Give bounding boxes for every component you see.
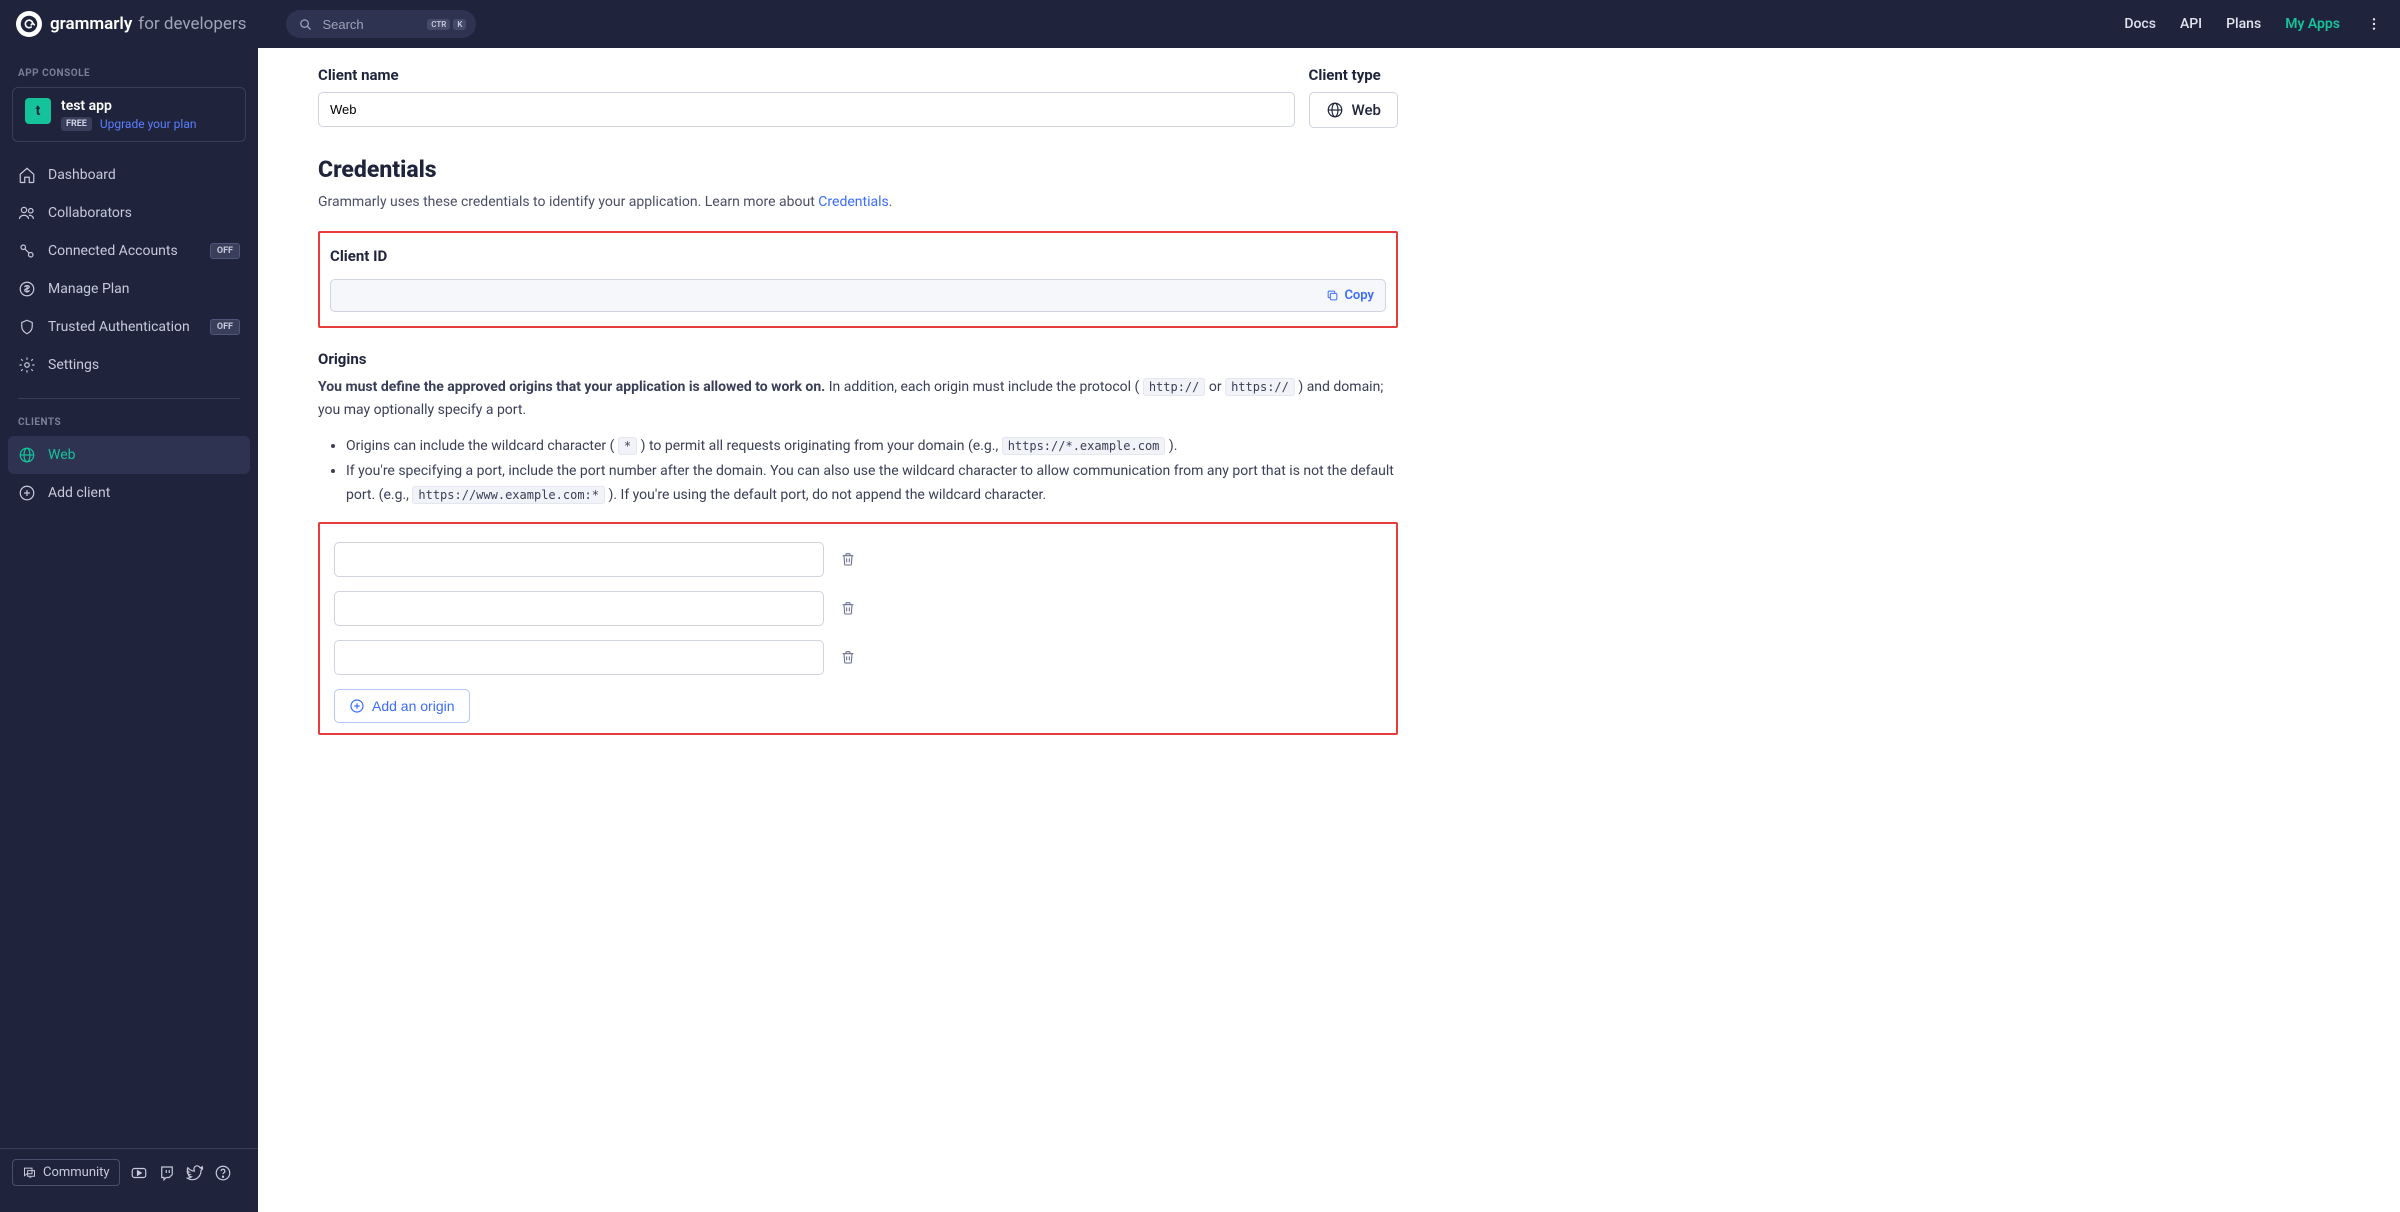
origin-row [334, 640, 1386, 675]
logo[interactable]: grammarly for developers [16, 11, 246, 37]
code-http: http:// [1143, 378, 1206, 396]
origins-heading: Origins [318, 350, 1398, 368]
sidebar-item-label: Trusted Authentication [48, 319, 190, 335]
origin-input-2[interactable] [334, 591, 824, 626]
plus-circle-icon [349, 698, 365, 714]
grammarly-logo-icon [16, 11, 42, 37]
community-label: Community [43, 1165, 110, 1180]
client-type-value: Web [1352, 101, 1381, 119]
search-input[interactable] [322, 17, 419, 32]
sidebar-add-client[interactable]: Add client [0, 474, 258, 512]
dollar-icon [18, 280, 36, 298]
client-name-label: Client name [318, 66, 1295, 84]
sidebar-footer: Community [0, 1148, 258, 1196]
twitter-icon[interactable] [186, 1164, 204, 1182]
origins-bullet-2: If you're specifying a port, include the… [346, 460, 1398, 508]
globe-icon [18, 446, 36, 464]
credentials-desc: Grammarly uses these credentials to iden… [318, 191, 1398, 213]
nav-docs[interactable]: Docs [2124, 16, 2156, 32]
sidebar-client-web[interactable]: Web [8, 436, 250, 474]
search-icon [296, 15, 314, 33]
brand-suffix: for developers [138, 14, 246, 34]
sidebar-item-label: Add client [48, 485, 110, 501]
sidebar-item-label: Collaborators [48, 205, 132, 221]
credentials-link[interactable]: Credentials [818, 194, 888, 210]
shield-icon [18, 318, 36, 336]
delete-origin-button[interactable] [840, 551, 856, 567]
app-initial-badge: t [25, 98, 51, 124]
delete-origin-button[interactable] [840, 649, 856, 665]
add-origin-button[interactable]: Add an origin [334, 689, 470, 723]
origin-row [334, 542, 1386, 577]
nav-myapps[interactable]: My Apps [2285, 16, 2340, 32]
search-shortcut: CTR K [427, 19, 466, 30]
origins-desc: You must define the approved origins tha… [318, 376, 1398, 422]
sidebar-item-connected-accounts[interactable]: Connected Accounts OFF [0, 232, 258, 270]
client-id-field: Copy [330, 279, 1386, 312]
sidebar-item-label: Dashboard [48, 167, 116, 183]
origins-bullet-1: Origins can include the wildcard charact… [346, 435, 1398, 459]
copy-icon [1326, 289, 1339, 302]
sidebar-item-label: Settings [48, 357, 99, 373]
sidebar-item-dashboard[interactable]: Dashboard [0, 156, 258, 194]
globe-icon [1326, 101, 1344, 119]
chat-icon [22, 1165, 37, 1180]
origin-input-3[interactable] [334, 640, 824, 675]
community-button[interactable]: Community [12, 1159, 120, 1186]
credentials-heading: Credentials [318, 156, 1398, 183]
gear-icon [18, 356, 36, 374]
nav-plans[interactable]: Plans [2226, 16, 2261, 32]
origin-row [334, 591, 1386, 626]
nav-api[interactable]: API [2180, 16, 2202, 32]
upgrade-link[interactable]: Upgrade your plan [100, 117, 197, 131]
brand-name: grammarly [50, 14, 132, 34]
sidebar-item-settings[interactable]: Settings [0, 346, 258, 384]
origin-input-1[interactable] [334, 542, 824, 577]
sidebar-item-label: Manage Plan [48, 281, 130, 297]
client-id-highlight: Client ID Copy [318, 231, 1398, 328]
app-card[interactable]: t test app FREE Upgrade your plan [12, 87, 246, 142]
top-links: Docs API Plans My Apps [2124, 16, 2384, 32]
client-type-box: Web [1309, 92, 1398, 128]
sidebar-item-trusted-auth[interactable]: Trusted Authentication OFF [0, 308, 258, 346]
sidebar-item-label: Connected Accounts [48, 243, 178, 259]
users-icon [18, 204, 36, 222]
plus-circle-icon [18, 484, 36, 502]
sidebar-item-label: Web [48, 447, 76, 463]
origins-bullets: Origins can include the wildcard charact… [318, 435, 1398, 508]
help-icon[interactable] [214, 1164, 232, 1182]
app-name: test app [61, 98, 196, 114]
client-id-label: Client ID [330, 247, 1386, 265]
link-icon [18, 242, 36, 260]
client-type-label: Client type [1309, 66, 1398, 84]
client-name-input[interactable] [318, 92, 1295, 127]
sidebar-item-collaborators[interactable]: Collaborators [0, 194, 258, 232]
sidebar-item-manage-plan[interactable]: Manage Plan [0, 270, 258, 308]
search-box[interactable]: CTR K [286, 10, 476, 38]
more-menu-button[interactable] [2364, 16, 2384, 32]
off-badge: OFF [210, 243, 240, 259]
youtube-icon[interactable] [130, 1164, 148, 1182]
code-https: https:// [1225, 378, 1295, 396]
origins-highlight: Add an origin [318, 522, 1398, 735]
sidebar-divider [18, 398, 240, 399]
main-content: Client name Client type Web Credentials … [258, 48, 1458, 1212]
copy-button[interactable]: Copy [1326, 288, 1374, 303]
home-icon [18, 166, 36, 184]
sidebar: APP CONSOLE t test app FREE Upgrade your… [0, 48, 258, 1212]
plan-badge: FREE [61, 117, 92, 131]
twitch-icon[interactable] [158, 1164, 176, 1182]
off-badge: OFF [210, 319, 240, 335]
top-nav: grammarly for developers CTR K Docs API P… [0, 0, 2400, 48]
delete-origin-button[interactable] [840, 600, 856, 616]
sidebar-heading-console: APP CONSOLE [0, 64, 258, 87]
sidebar-heading-clients: CLIENTS [0, 413, 258, 436]
